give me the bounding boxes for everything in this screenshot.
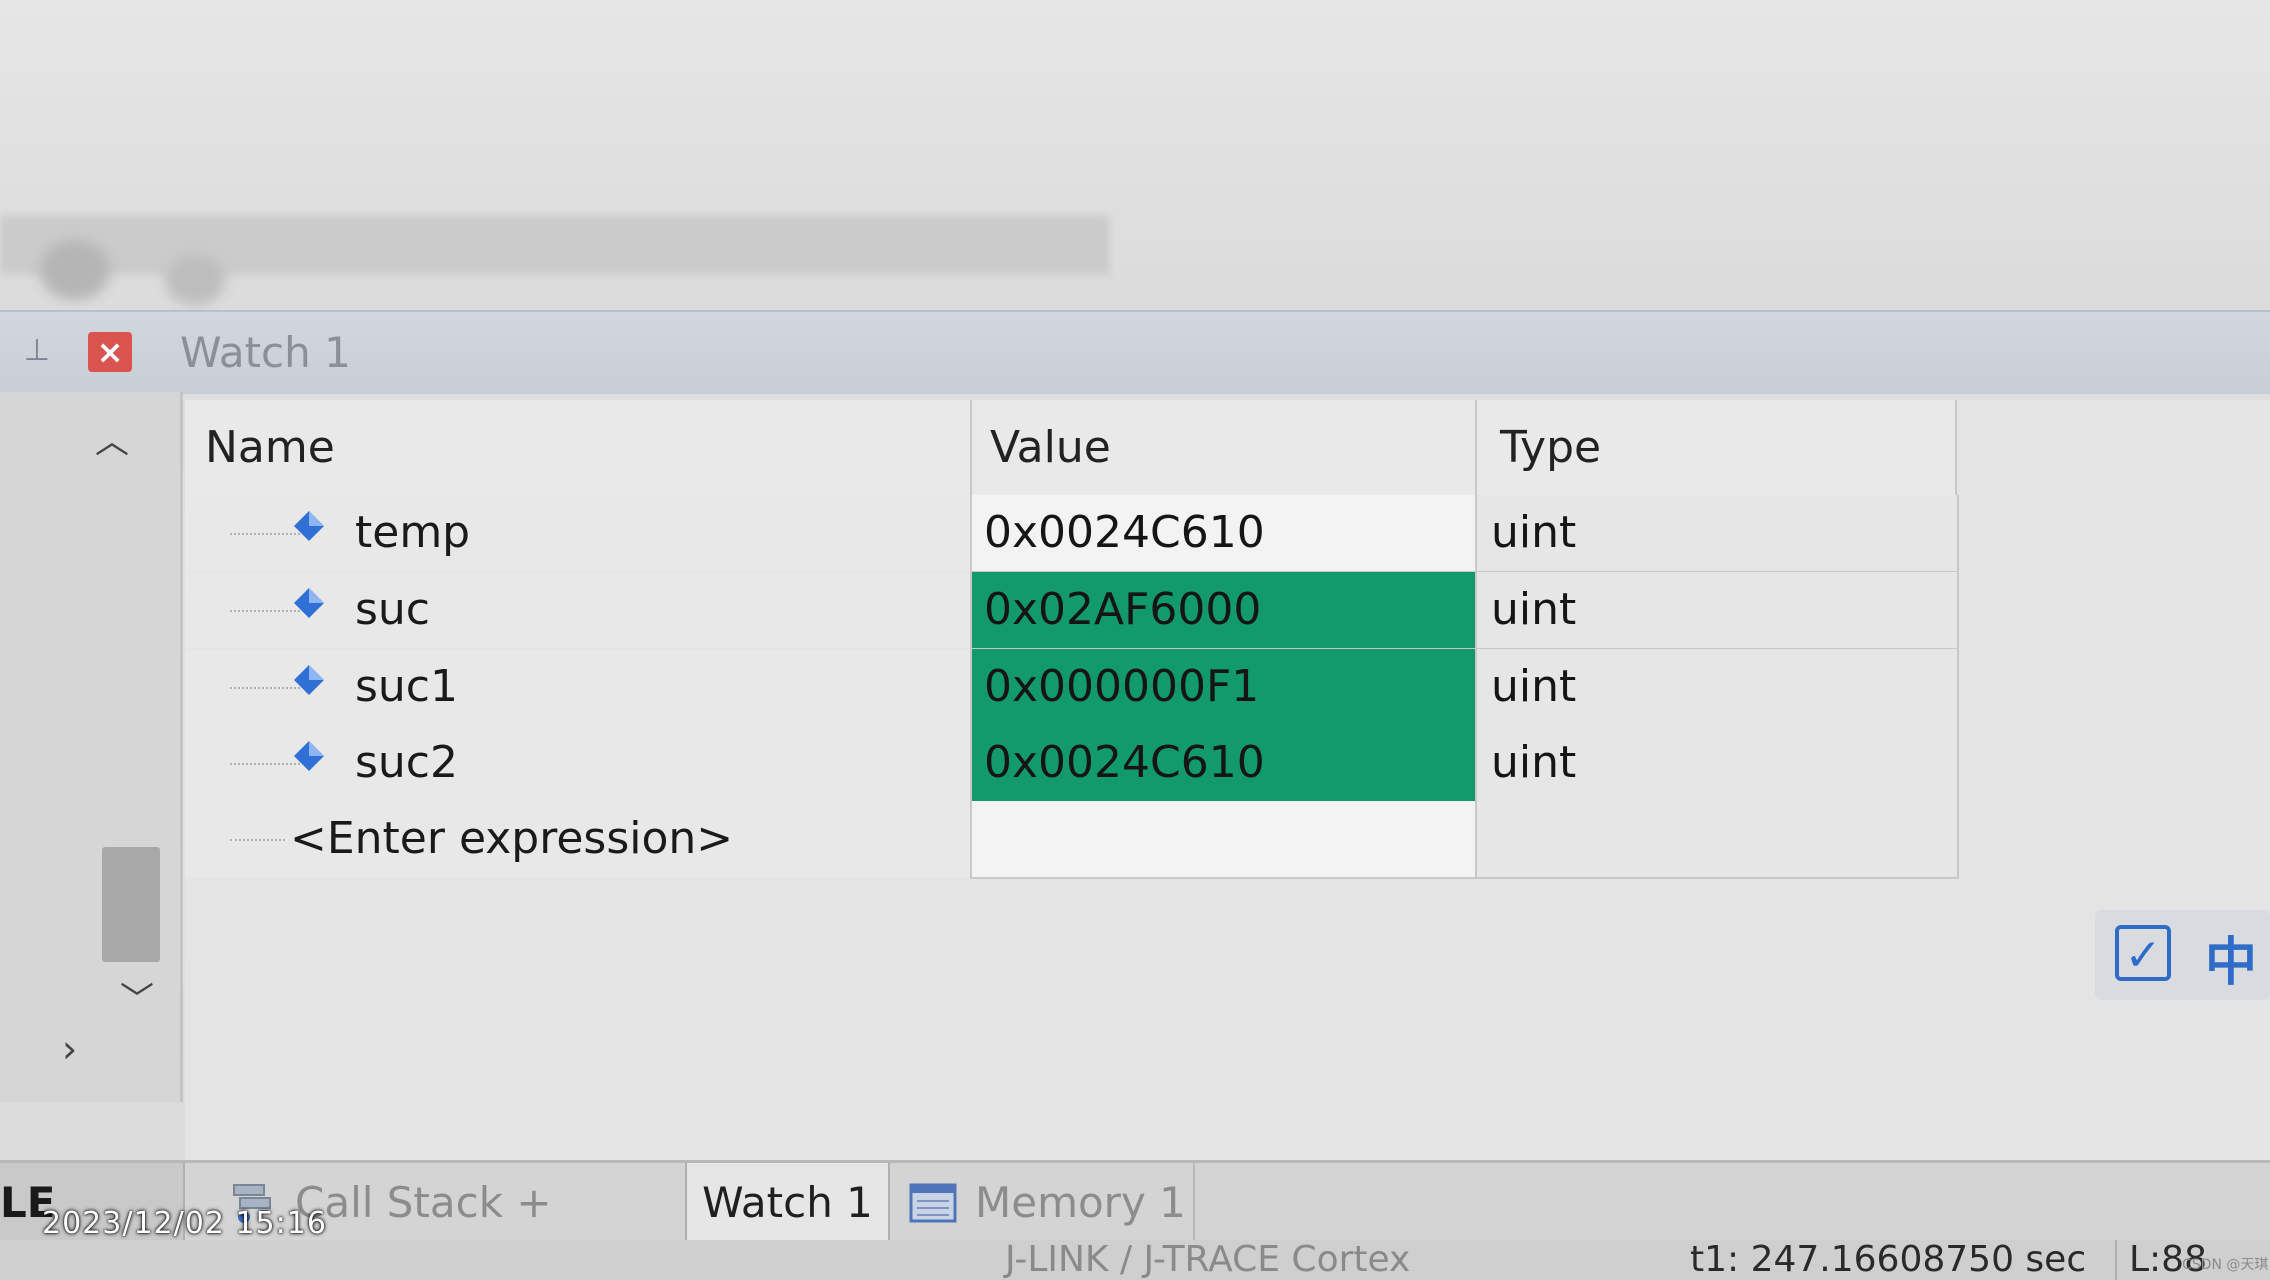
value-cell[interactable]: 0x000000F1 [970,649,1477,727]
enter-expression-cell[interactable]: <Enter expression> [185,801,970,877]
simulation-time: t1: 247.16608750 sec [1690,1239,2087,1280]
enter-expression-row[interactable]: <Enter expression> [185,801,1959,879]
name-cell[interactable]: temp [185,495,970,571]
blurred-toolbar-icon [165,255,225,305]
tab-memory-label: Memory 1 [975,1178,1186,1227]
value-cell[interactable]: 0x0024C610 [970,725,1477,803]
system-tray: ✓ 中 [2095,910,2270,1000]
tree-line [230,763,300,765]
type-cell: uint [1475,495,1959,573]
watch-grid: Name Value Type temp 0x0024C610 uint suc 0x0… [185,400,2270,1160]
bottom-tab-bar: LE Call Stack + Locals Watch 1 Memory 1 [0,1160,2270,1280]
variable-type: uint [1491,737,1577,788]
tab-memory-1[interactable]: Memory 1 [895,1163,1195,1243]
name-cell[interactable]: suc1 [185,649,970,725]
tab-watch-1[interactable]: Watch 1 [685,1163,890,1243]
tree-line [230,610,300,612]
grid-header-row: Name Value Type [185,400,1957,497]
type-cell: uint [1475,725,1959,803]
tree-line [230,839,285,841]
table-row[interactable]: suc1 0x000000F1 uint [185,649,1959,727]
variable-diamond-icon [294,741,324,771]
type-cell [1475,801,1959,879]
chevron-right-icon[interactable]: › [62,1027,77,1071]
window-title: Watch 1 [180,328,351,377]
chevron-down-icon[interactable]: ﹀ [120,972,154,1021]
variable-diamond-icon [294,665,324,695]
header-type[interactable]: Type [1500,422,1601,473]
variable-value[interactable]: 0x0024C610 [984,507,1265,558]
variable-diamond-icon [294,511,324,541]
value-cell[interactable]: 0x02AF6000 [970,572,1477,650]
photo-timestamp: 2023/12/02 15:16 [42,1206,327,1241]
tree-line [230,533,300,535]
variable-value[interactable]: 0x02AF6000 [984,584,1261,635]
blurred-toolbar [0,215,1110,275]
checkbox-icon[interactable]: ✓ [2115,925,2171,981]
variable-name[interactable]: suc1 [355,661,458,712]
variable-type: uint [1491,584,1577,635]
chevron-up-icon[interactable]: ︿ [95,414,129,463]
scrollbar-thumb[interactable] [102,847,160,962]
table-row[interactable]: temp 0x0024C610 uint [185,495,1959,573]
variable-type: uint [1491,661,1577,712]
variable-name[interactable]: suc2 [355,737,458,788]
value-cell[interactable]: 0x0024C610 [970,495,1477,573]
tree-line [230,687,300,689]
ime-chinese-icon[interactable]: 中 [2205,920,2257,995]
name-cell[interactable]: suc [185,572,970,648]
header-name[interactable]: Name [205,422,335,473]
screen: ⊥ × Watch 1 ︿ ﹀ › Name Value Type temp 0x… [0,0,2270,1280]
variable-type: uint [1491,507,1577,558]
variable-name[interactable]: suc [355,584,430,635]
memory-icon [909,1183,957,1223]
table-row[interactable]: suc 0x02AF6000 uint [185,572,1959,650]
status-bar: J-LINK / J-TRACE Cortex t1: 247.16608750… [0,1240,2270,1280]
name-cell[interactable]: suc2 [185,725,970,801]
pin-icon[interactable]: ⊥ [20,334,54,368]
header-value[interactable]: Value [990,422,1111,473]
blurred-toolbar-icon [40,240,110,300]
watermark: CSDN @天琪 [2182,1257,2269,1273]
table-row[interactable]: suc2 0x0024C610 uint [185,725,1959,803]
column-separator[interactable] [970,400,972,495]
column-separator[interactable] [1475,400,1477,495]
debugger-adapter-status: J-LINK / J-TRACE Cortex [1005,1239,1411,1280]
type-cell: uint [1475,649,1959,727]
variable-value[interactable]: 0x000000F1 [984,661,1259,712]
variable-value[interactable]: 0x0024C610 [984,737,1265,788]
watch-window-title-bar: ⊥ × Watch 1 [0,310,2270,394]
close-icon[interactable]: × [88,332,132,372]
variable-name[interactable]: temp [355,507,470,558]
column-separator[interactable] [1955,400,1957,495]
type-cell: uint [1475,572,1959,650]
enter-expression[interactable]: <Enter expression> [290,813,733,864]
left-panel-scrollbar[interactable]: ︿ ﹀ › [0,392,183,1102]
variable-diamond-icon [294,588,324,618]
value-cell[interactable] [970,801,1477,879]
